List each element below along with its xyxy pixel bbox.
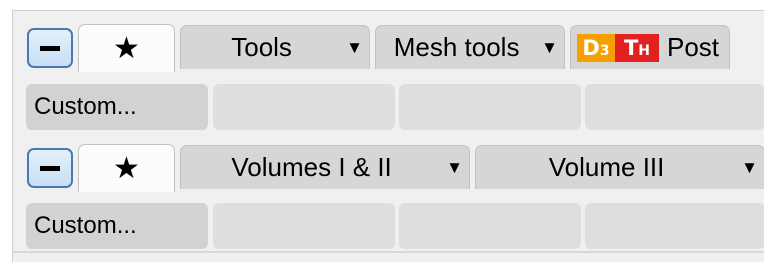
empty-button-slot[interactable] <box>399 84 581 130</box>
empty-button-slot[interactable] <box>213 203 395 249</box>
dropdown-arrow-icon[interactable]: ▼ <box>541 38 558 58</box>
empty-button-slot[interactable] <box>213 84 395 130</box>
minus-icon <box>40 45 60 51</box>
custom-button-label: Custom... <box>34 212 137 239</box>
star-icon: ★ <box>113 152 140 185</box>
tab-volumes-1-2-label: Volumes I & II <box>231 152 392 182</box>
tab-tools[interactable]: Tools ▼ <box>180 25 370 69</box>
tab-mesh-tools[interactable]: Mesh tools ▼ <box>375 25 565 69</box>
divider <box>12 251 764 253</box>
tab-favorites-2[interactable]: ★ <box>78 144 175 192</box>
minus-icon <box>40 165 60 171</box>
tab-volume-3[interactable]: Volume III ▼ <box>475 145 764 189</box>
logo-th: TH <box>615 33 659 62</box>
tab-volumes-1-2[interactable]: Volumes I & II ▼ <box>180 145 470 189</box>
collapse-toolbar-1-button[interactable] <box>27 28 73 68</box>
custom-button-1[interactable]: Custom... <box>26 84 208 130</box>
tab-mesh-tools-label: Mesh tools <box>393 32 520 62</box>
dropdown-arrow-icon[interactable]: ▼ <box>346 38 363 58</box>
tab-tools-label: Tools <box>231 32 292 62</box>
empty-button-slot[interactable] <box>585 84 764 130</box>
empty-button-slot[interactable] <box>399 203 581 249</box>
tab-favorites-1[interactable]: ★ <box>78 24 175 72</box>
custom-button-2[interactable]: Custom... <box>26 203 208 249</box>
collapse-toolbar-2-button[interactable] <box>27 148 73 188</box>
logo-d3: D3 <box>577 33 615 62</box>
custom-button-label: Custom... <box>34 93 137 120</box>
empty-button-slot[interactable] <box>585 203 764 249</box>
tab-volume-3-label: Volume III <box>548 152 665 182</box>
star-icon: ★ <box>113 32 140 65</box>
d3th-logo-icon: D3 TH <box>577 33 659 62</box>
dropdown-arrow-icon[interactable]: ▼ <box>446 158 463 178</box>
toolbar-panel: ★ Tools ▼ Mesh tools ▼ D3 TH Post Custom… <box>12 10 764 262</box>
tab-post[interactable]: D3 TH Post <box>570 25 730 69</box>
dropdown-arrow-icon[interactable]: ▼ <box>741 158 758 178</box>
tab-post-label: Post <box>667 32 720 62</box>
